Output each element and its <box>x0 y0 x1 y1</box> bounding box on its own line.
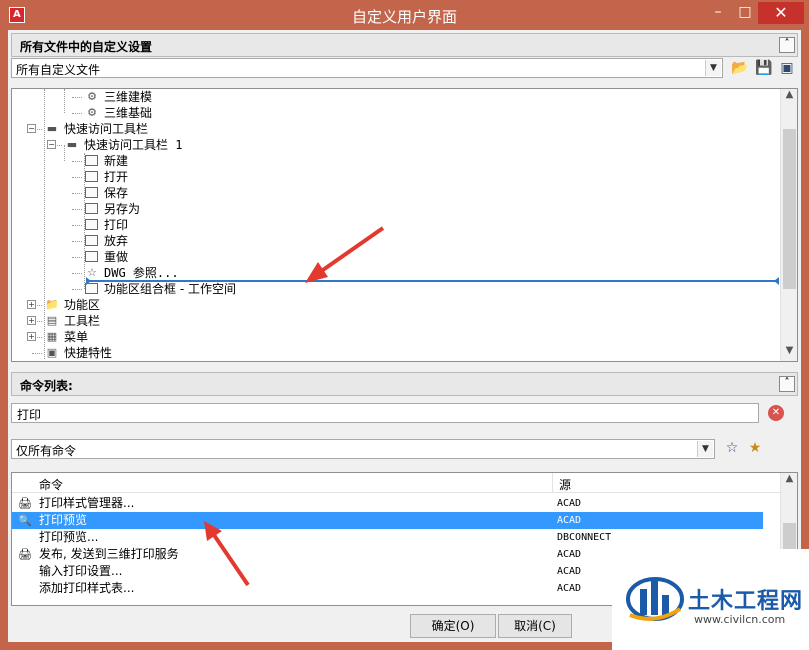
watermark: 土木工程网 www.civilcn.com <box>612 549 809 650</box>
annotation-arrow <box>305 226 385 283</box>
watermark-brand: 土木工程网 <box>688 589 804 614</box>
watermark-url: www.civilcn.com <box>694 613 786 626</box>
civilcn-logo <box>626 577 684 621</box>
annotation-arrow <box>204 521 250 587</box>
